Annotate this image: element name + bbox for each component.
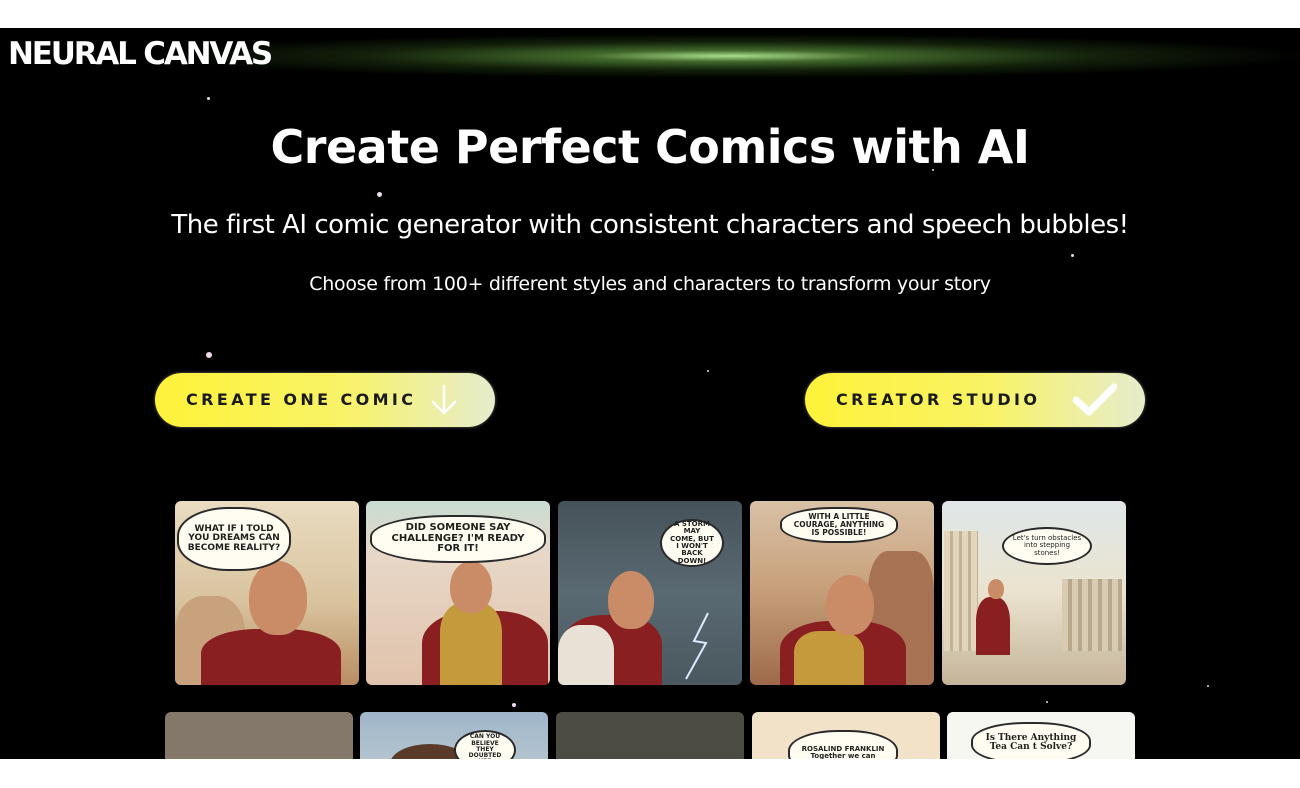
speech-bubble: WITH A LITTLE COURAGE, ANYTHING IS POSSI… bbox=[780, 507, 898, 543]
star-decoration bbox=[207, 97, 210, 100]
temple-columns bbox=[944, 531, 978, 651]
checkmark-icon bbox=[1073, 383, 1117, 416]
comic-thumbnail-9[interactable]: ROSALIND FRANKLIN Together we can bbox=[752, 712, 940, 759]
figure-armor bbox=[440, 603, 502, 685]
star-decoration bbox=[377, 192, 382, 197]
comic-thumbnail-3[interactable]: A STORM MAY COME, BUT I WON'T BACK DOWN! bbox=[558, 501, 742, 685]
figure-head bbox=[826, 575, 874, 635]
create-one-comic-button[interactable]: CREATE ONE COMIC bbox=[155, 373, 495, 427]
arrow-down-icon bbox=[431, 384, 457, 415]
comic-thumbnail-8[interactable] bbox=[556, 712, 744, 759]
creator-studio-button[interactable]: CREATOR STUDIO bbox=[805, 373, 1145, 427]
page-description: Choose from 100+ different styles and ch… bbox=[309, 273, 991, 295]
lightning-icon bbox=[685, 612, 709, 680]
figure-cape bbox=[976, 597, 1010, 655]
comic-thumbnail-7[interactable]: CAN YOU BELIEVE THEY DOUBTED HER bbox=[360, 712, 548, 759]
speech-bubble: Is There Anything Tea Can t Solve? bbox=[971, 722, 1091, 759]
comic-thumbnail-2[interactable]: DID SOMEONE SAY CHALLENGE? I'M READY FOR… bbox=[366, 501, 550, 685]
figure-head bbox=[450, 561, 492, 613]
speech-bubble: WHAT IF I TOLD YOU DREAMS CAN BECOME REA… bbox=[177, 507, 291, 571]
figure-cape bbox=[201, 629, 341, 685]
figure-armor bbox=[794, 631, 864, 685]
star-decoration bbox=[512, 703, 516, 707]
star-decoration bbox=[1071, 254, 1074, 257]
page-subtitle: The first AI comic generator with consis… bbox=[171, 210, 1129, 240]
temple-columns bbox=[1062, 579, 1122, 651]
star-decoration bbox=[1046, 701, 1048, 703]
brand-logo[interactable]: NEURAL CANVAS bbox=[8, 36, 273, 72]
speech-bubble: Let's turn obstacles into stepping stone… bbox=[1002, 527, 1092, 565]
comic-thumbnail-10[interactable]: Is There Anything Tea Can t Solve? bbox=[947, 712, 1135, 759]
comic-thumbnail-5[interactable]: Let's turn obstacles into stepping stone… bbox=[942, 501, 1126, 685]
figure-head bbox=[988, 579, 1004, 599]
landing-page: NEURAL CANVAS Create Perfect Comics with… bbox=[0, 28, 1300, 759]
star-decoration bbox=[707, 370, 709, 372]
comic-thumbnail-6[interactable] bbox=[165, 712, 353, 759]
speech-bubble: DID SOMEONE SAY CHALLENGE? I'M READY FOR… bbox=[370, 515, 546, 563]
create-one-comic-label: CREATE ONE COMIC bbox=[186, 390, 417, 409]
figure-tunic bbox=[558, 625, 614, 685]
comic-thumbnail-1[interactable]: WHAT IF I TOLD YOU DREAMS CAN BECOME REA… bbox=[175, 501, 359, 685]
speech-bubble: ROSALIND FRANKLIN Together we can bbox=[788, 730, 898, 759]
creator-studio-label: CREATOR STUDIO bbox=[836, 390, 1041, 409]
speech-bubble: CAN YOU BELIEVE THEY DOUBTED HER bbox=[454, 730, 516, 759]
header-glow bbox=[160, 34, 1300, 78]
speech-bubble: A STORM MAY COME, BUT I WON'T BACK DOWN! bbox=[660, 519, 724, 567]
figure-head bbox=[608, 571, 654, 629]
star-decoration bbox=[1207, 685, 1209, 687]
page-title: Create Perfect Comics with AI bbox=[270, 120, 1030, 174]
figure-head bbox=[249, 561, 307, 635]
star-decoration bbox=[206, 352, 212, 358]
comic-thumbnail-4[interactable]: WITH A LITTLE COURAGE, ANYTHING IS POSSI… bbox=[750, 501, 934, 685]
